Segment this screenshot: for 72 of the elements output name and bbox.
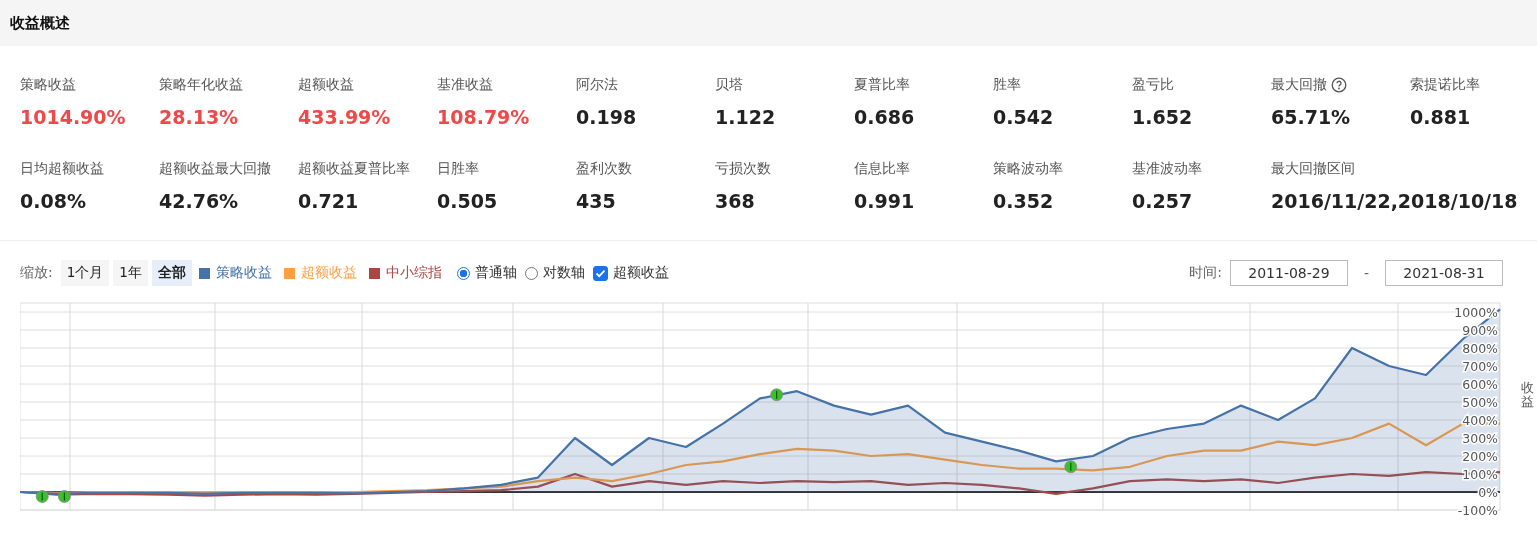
axis-tick-label: 300% [1462, 431, 1498, 446]
metric-label: 基准波动率 [1132, 160, 1202, 178]
metric-value: 0.198 [576, 106, 638, 128]
metric-value: 108.79% [437, 106, 531, 128]
metric-value: 1.122 [715, 106, 777, 128]
metric-label: 盈亏比 [1132, 76, 1174, 94]
flag-marker-icon[interactable] [770, 388, 784, 402]
metric-value: 2016/11/22,2018/10/18 [1271, 190, 1519, 212]
metric-label: 最大回撤区间 [1271, 160, 1355, 178]
checkbox[interactable] [592, 265, 608, 281]
metric-value: 0.721 [298, 190, 360, 212]
metric-value: 1014.90% [20, 106, 127, 128]
metric-label: 贝塔 [715, 76, 743, 94]
metric-value: 0.08% [20, 190, 87, 212]
date-separator: - [1363, 265, 1369, 281]
axis-title: 收益 [1521, 381, 1534, 410]
metric-value: 433.99% [298, 106, 392, 128]
metric-label: 胜率 [993, 76, 1021, 94]
metric-value: 368 [715, 190, 756, 212]
metric-value: 0.542 [993, 106, 1055, 128]
zoom-label: 缩放: [20, 264, 53, 282]
flag-marker-icon[interactable] [58, 490, 71, 503]
metric-label: 信息比率 [854, 160, 910, 178]
metric-label: 策略年化收益 [159, 76, 243, 94]
checkbox-label[interactable]: 超额收益 [612, 264, 669, 282]
radio-label[interactable]: 普通轴 [474, 264, 517, 282]
metric-value: 1.652 [1132, 106, 1194, 128]
metric-value: 0.352 [993, 190, 1055, 212]
legend-label[interactable]: 中小综指 [385, 264, 442, 282]
axis-tick-label: 1000% [1454, 305, 1498, 320]
section-title: 收益概述 [10, 13, 70, 33]
metric-label: 日均超额收益 [20, 160, 104, 178]
metric-label: 最大回撤 [1271, 76, 1327, 94]
metric-label: 夏普比率 [854, 76, 910, 94]
axis-tick-label: 800% [1462, 341, 1498, 356]
metric-label: 阿尔法 [576, 76, 618, 94]
metric-label: 日胜率 [437, 160, 479, 178]
axis-tick-label: 600% [1462, 377, 1498, 392]
axis-tick-label: 700% [1462, 359, 1498, 374]
zoom-button[interactable]: 1年 [113, 260, 148, 286]
metric-label: 策略收益 [20, 76, 76, 94]
axis-tick-label: -100% [1457, 503, 1498, 515]
metric-value: 42.76% [159, 190, 240, 212]
metric-value: 435 [576, 190, 617, 212]
metric-value: 0.505 [437, 190, 499, 212]
metric-label: 策略波动率 [993, 160, 1063, 178]
radio-label[interactable]: 对数轴 [542, 264, 585, 282]
time-label: 时间: [1189, 264, 1222, 282]
zoom-button[interactable]: 全部 [151, 260, 192, 286]
help-icon[interactable] [1331, 77, 1347, 93]
zoom-button[interactable]: 1个月 [60, 260, 110, 286]
flag-marker-icon[interactable] [35, 490, 49, 503]
metric-value: 0.257 [1132, 190, 1194, 212]
axis-tick-label: 500% [1462, 395, 1498, 410]
end-date-field[interactable]: 2021-08-31 [1385, 260, 1503, 286]
legend-label[interactable]: 策略收益 [215, 264, 272, 282]
metric-value: 0.881 [1410, 106, 1472, 128]
metric-value: 0.991 [854, 190, 916, 212]
axis-tick-label: 200% [1462, 449, 1498, 464]
metric-label: 超额收益最大回撤 [159, 160, 271, 178]
start-date-field[interactable]: 2011-08-29 [1229, 260, 1348, 286]
metric-label: 超额收益 [298, 76, 354, 94]
flag-marker-icon[interactable] [1064, 460, 1078, 474]
metric-value: 65.71% [1271, 106, 1352, 128]
metric-label: 索提诺比率 [1410, 76, 1480, 94]
metric-value: 28.13% [159, 106, 240, 128]
metric-label: 超额收益夏普比率 [298, 160, 410, 178]
metric-label: 基准收益 [437, 76, 493, 94]
radio-button[interactable] [456, 266, 470, 280]
metric-label: 亏损次数 [715, 160, 771, 178]
metric-label: 盈利次数 [576, 160, 632, 178]
metric-value: 0.686 [854, 106, 916, 128]
